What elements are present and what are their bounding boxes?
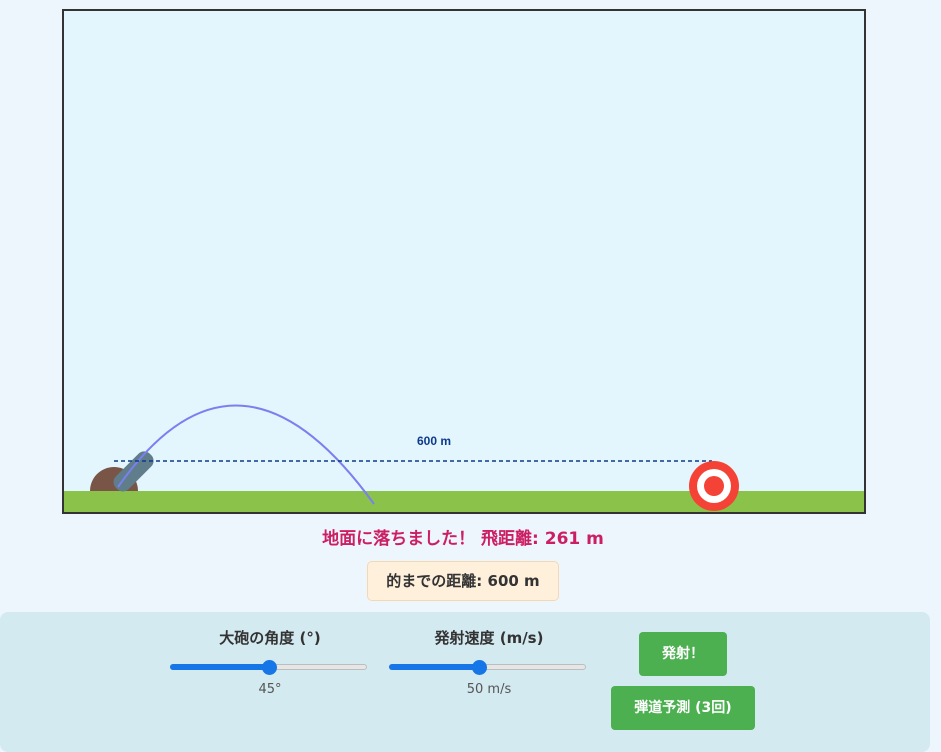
speed-control: 発射速度 (m/s) 50 m/s xyxy=(389,628,589,697)
ground xyxy=(64,491,864,512)
predict-trajectory-button[interactable]: 弾道予測 (3回) xyxy=(611,686,755,730)
speed-slider-thumb[interactable] xyxy=(472,660,487,675)
angle-label: 大砲の角度 (°) xyxy=(219,629,321,647)
speed-value: 50 m/s xyxy=(466,682,512,697)
angle-slider-thumb[interactable] xyxy=(262,660,277,675)
control-panel: 大砲の角度 (°) 45° 発射速度 (m/s) 50 m/s 発射！ 弾道予測… xyxy=(0,612,930,752)
target xyxy=(689,461,739,511)
distance-line-label: 600 m xyxy=(417,434,451,448)
trajectory-path xyxy=(117,404,375,505)
status-message: 地面に落ちました！ 飛距離: 261 m xyxy=(322,529,604,549)
angle-control: 大砲の角度 (°) 45° xyxy=(170,628,370,697)
speed-label: 発射速度 (m/s) xyxy=(434,629,544,647)
angle-slider-fill xyxy=(170,664,269,670)
game-scene: 600 m xyxy=(64,404,864,512)
game-canvas: 600 m xyxy=(62,9,866,514)
fire-button[interactable]: 発射！ xyxy=(639,632,727,676)
angle-slider[interactable] xyxy=(170,660,370,675)
target-distance-box: 的までの距離: 600 m xyxy=(367,561,559,601)
speed-slider[interactable] xyxy=(389,660,589,675)
speed-slider-fill xyxy=(389,664,479,670)
angle-value: 45° xyxy=(258,682,282,697)
